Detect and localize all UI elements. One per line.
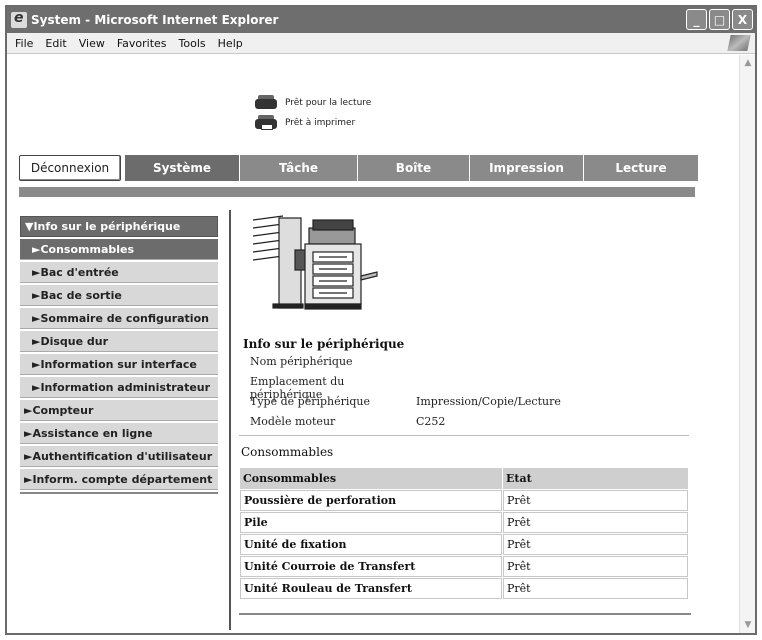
consumable-status: Prêt <box>503 512 688 533</box>
column-header-consommables: Consommables <box>240 468 502 489</box>
page-content: Prêt pour la lecture Prêt à imprimer Déc… <box>7 55 739 633</box>
content-divider <box>229 210 231 630</box>
info-value: C252 <box>416 415 446 428</box>
sidebar-item-information-administrateur[interactable]: ►Information administrateur <box>20 377 218 398</box>
scan-status-text: Prêt pour la lecture <box>285 98 372 108</box>
sidebar-item-compteur[interactable]: ►Compteur <box>20 400 218 421</box>
table-row: Unité Courroie de Transfert Prêt <box>240 556 688 577</box>
sidebar-item-bac-sortie[interactable]: ►Bac de sortie <box>20 285 218 306</box>
print-status-text: Prêt à imprimer <box>285 118 356 128</box>
windows-flag-icon <box>727 35 751 51</box>
device-info-title: Info sur le périphérique <box>243 337 405 351</box>
info-row-nom: Nom périphérique <box>250 355 416 368</box>
table-row: Pile Prêt <box>240 512 688 533</box>
sidebar-item-disque-dur[interactable]: ►Disque dur <box>20 331 218 352</box>
consumable-status: Prêt <box>503 578 688 599</box>
sidebar: ▼Info sur le périphérique ►Consommables … <box>20 216 218 494</box>
tab-tache[interactable]: Tâche <box>240 155 358 181</box>
print-status: Prêt à imprimer <box>253 115 355 131</box>
main-tabs: Déconnexion Système Tâche Boîte Impressi… <box>19 155 699 181</box>
sidebar-item-compte-departement[interactable]: ►Inform. compte département <box>20 469 218 490</box>
info-row-type: Type de périphérique Impression/Copie/Le… <box>250 395 561 408</box>
info-label: Type de périphérique <box>250 395 371 408</box>
maximize-button[interactable]: □ <box>709 9 730 30</box>
copier-device-illustration <box>252 215 378 310</box>
column-header-etat: Etat <box>503 468 688 489</box>
info-row-modele: Modèle moteur C252 <box>250 415 445 428</box>
printer-icon <box>253 115 279 131</box>
section-divider <box>239 435 689 436</box>
sidebar-header-device-info[interactable]: ▼Info sur le périphérique <box>20 216 218 237</box>
consumable-status: Prêt <box>503 490 688 511</box>
menu-view[interactable]: View <box>79 37 105 50</box>
browser-window: System - Microsoft Internet Explorer _ □… <box>5 5 757 635</box>
consumable-name: Pile <box>240 512 502 533</box>
info-label: Nom périphérique <box>250 355 353 368</box>
tab-boite[interactable]: Boîte <box>358 155 470 181</box>
sidebar-divider <box>20 492 218 494</box>
tab-lecture[interactable]: Lecture <box>584 155 699 181</box>
consumable-name: Poussière de perforation <box>240 490 502 511</box>
menu-file[interactable]: File <box>15 37 33 50</box>
ie-icon <box>11 10 27 28</box>
sidebar-item-information-interface[interactable]: ►Information sur interface <box>20 354 218 375</box>
table-row: Unité de fixation Prêt <box>240 534 688 555</box>
minimize-button[interactable]: _ <box>686 9 707 30</box>
scanner-icon <box>253 95 279 111</box>
table-header-row: Consommables Etat <box>240 468 688 489</box>
sidebar-item-consommables[interactable]: ►Consommables <box>20 239 218 260</box>
consumables-title: Consommables <box>241 445 334 459</box>
tab-impression[interactable]: Impression <box>470 155 584 181</box>
info-value: Impression/Copie/Lecture <box>416 395 561 408</box>
consumable-name: Unité de fixation <box>240 534 502 555</box>
consumable-status: Prêt <box>503 556 688 577</box>
menu-tools[interactable]: Tools <box>179 37 206 50</box>
table-bottom-divider <box>239 613 691 615</box>
sidebar-item-assistance-en-ligne[interactable]: ►Assistance en ligne <box>20 423 218 444</box>
table-row: Poussière de perforation Prêt <box>240 490 688 511</box>
logout-button[interactable]: Déconnexion <box>19 155 121 181</box>
vertical-scrollbar[interactable]: ▲ ▼ <box>739 55 755 633</box>
menu-edit[interactable]: Edit <box>45 37 66 50</box>
consumable-name: Unité Rouleau de Transfert <box>240 578 502 599</box>
window-title: System - Microsoft Internet Explorer <box>31 13 279 27</box>
menu-favorites[interactable]: Favorites <box>117 37 167 50</box>
table-row: Unité Rouleau de Transfert Prêt <box>240 578 688 599</box>
consumables-table: Consommables Etat Poussière de perforati… <box>239 467 689 600</box>
sidebar-item-bac-entree[interactable]: ►Bac d'entrée <box>20 262 218 283</box>
title-bar: System - Microsoft Internet Explorer _ □… <box>7 7 755 33</box>
close-button[interactable]: X <box>732 9 753 30</box>
menu-bar: File Edit View Favorites Tools Help <box>7 33 755 54</box>
consumable-status: Prêt <box>503 534 688 555</box>
tab-underline-band <box>19 187 695 197</box>
scroll-down-icon[interactable]: ▼ <box>740 617 756 633</box>
sidebar-item-authentification[interactable]: ►Authentification d'utilisateur <box>20 446 218 467</box>
info-label: Modèle moteur <box>250 415 336 428</box>
sidebar-item-sommaire-configuration[interactable]: ►Sommaire de configuration <box>20 308 218 329</box>
consumable-name: Unité Courroie de Transfert <box>240 556 502 577</box>
tab-systeme[interactable]: Système <box>125 155 240 181</box>
scan-status: Prêt pour la lecture <box>253 95 371 111</box>
menu-help[interactable]: Help <box>218 37 243 50</box>
scroll-up-icon[interactable]: ▲ <box>740 55 756 71</box>
